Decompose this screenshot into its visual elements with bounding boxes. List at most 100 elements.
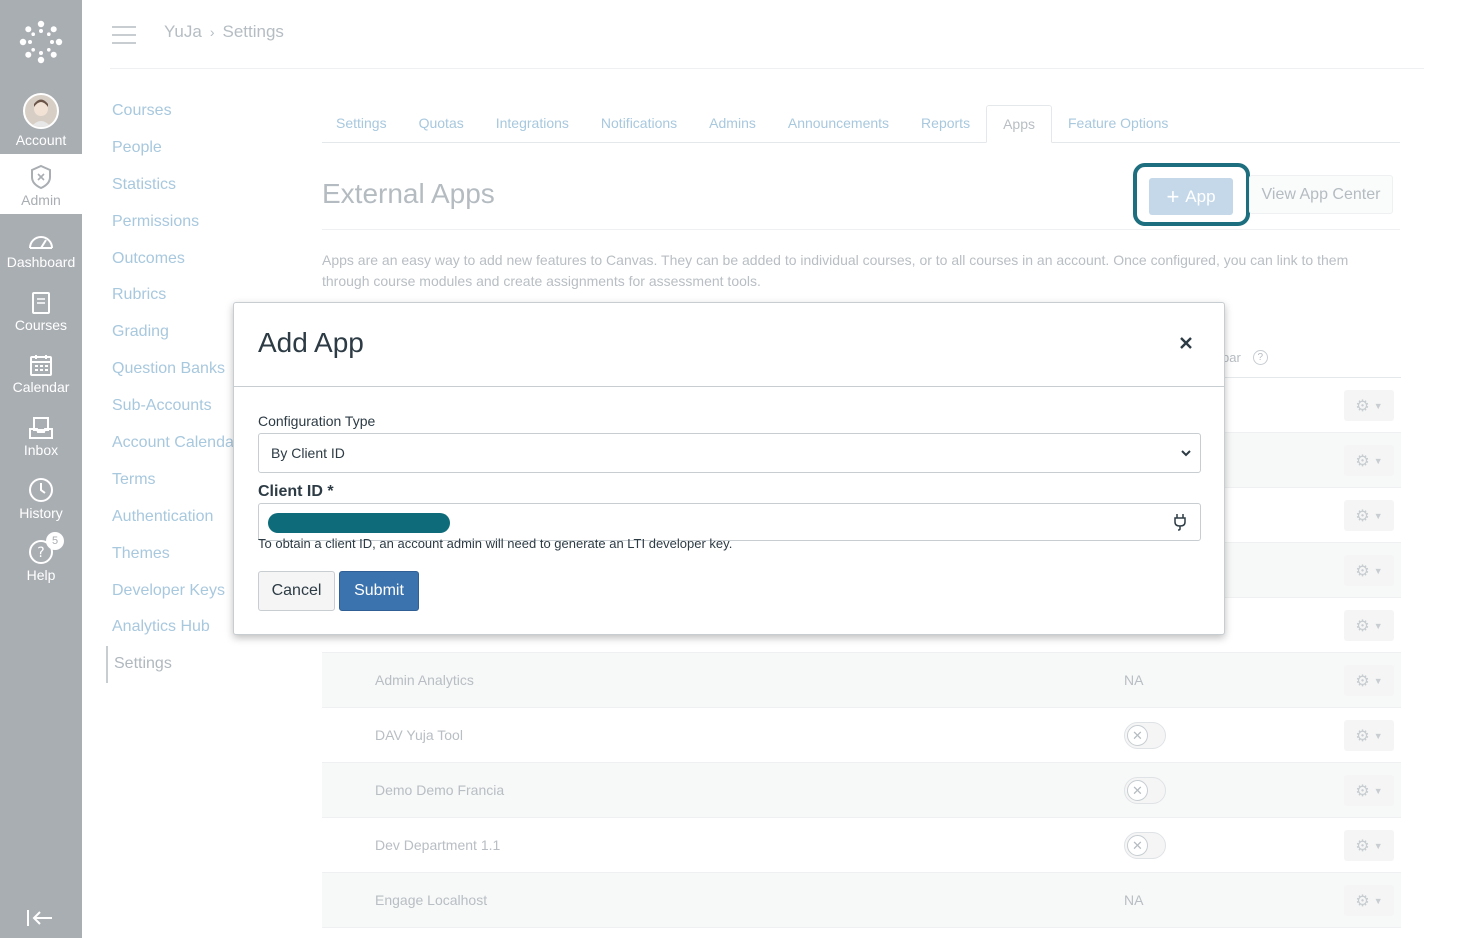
nav-dashboard-label: Dashboard bbox=[6, 254, 76, 270]
gear-menu-button[interactable]: ⚙ ▼ bbox=[1344, 390, 1394, 421]
gear-menu-button[interactable]: ⚙ ▼ bbox=[1344, 445, 1394, 476]
nav-inbox-label: Inbox bbox=[23, 442, 59, 458]
gear-menu-button[interactable]: ⚙ ▼ bbox=[1344, 665, 1394, 696]
cancel-button[interactable]: Cancel bbox=[258, 571, 335, 611]
gear-menu-button[interactable]: ⚙ ▼ bbox=[1344, 500, 1394, 531]
account-nav-statistics[interactable]: Statistics bbox=[106, 167, 246, 204]
nav-calendar[interactable]: Calendar bbox=[0, 339, 82, 401]
table-row: Admin Analytics NA ⚙ ▼ bbox=[322, 653, 1401, 708]
placement-toggle[interactable]: ✕ bbox=[1124, 722, 1166, 749]
placement-toggle[interactable]: ✕ bbox=[1124, 777, 1166, 804]
nav-help[interactable]: ? Help bbox=[0, 527, 82, 589]
gear-icon: ⚙ bbox=[1355, 562, 1370, 580]
app-name: Engage Localhost bbox=[375, 892, 488, 908]
gear-menu-button[interactable]: ⚙ ▼ bbox=[1344, 830, 1394, 861]
table-row: Dev Department 1.1 ✕ ⚙ ▼ bbox=[322, 818, 1401, 873]
account-nav-themes[interactable]: Themes bbox=[106, 536, 246, 573]
tab-settings[interactable]: Settings bbox=[322, 105, 403, 142]
nav-courses-label: Courses bbox=[14, 317, 68, 333]
tab-reports[interactable]: Reports bbox=[905, 105, 986, 142]
caret-down-icon: ▼ bbox=[1373, 620, 1383, 631]
breadcrumb: YuJa › Settings bbox=[164, 22, 284, 42]
nav-admin[interactable]: Admin bbox=[0, 154, 82, 214]
caret-down-icon: ▼ bbox=[1373, 565, 1383, 576]
tab-apps[interactable]: Apps bbox=[986, 105, 1052, 143]
app-name: Admin Analytics bbox=[375, 672, 474, 688]
gear-menu-button[interactable]: ⚙ ▼ bbox=[1344, 720, 1394, 751]
account-nav: Courses People Statistics Permissions Ou… bbox=[106, 93, 246, 684]
divider bbox=[322, 229, 1400, 230]
avatar bbox=[23, 93, 59, 129]
account-nav-terms[interactable]: Terms bbox=[106, 462, 246, 499]
nav-history[interactable]: History bbox=[0, 465, 82, 527]
gear-icon: ⚙ bbox=[1355, 727, 1370, 745]
table-row: DAV Yuja Tool ✕ ⚙ ▼ bbox=[322, 708, 1401, 763]
nav-courses[interactable]: Courses bbox=[0, 277, 82, 339]
redaction-bar bbox=[268, 513, 450, 533]
account-nav-question-banks[interactable]: Question Banks bbox=[106, 351, 246, 388]
tab-announcements[interactable]: Announcements bbox=[772, 105, 905, 142]
add-app-label: App bbox=[1185, 186, 1216, 206]
global-nav: Account Admin Dashboard Courses Calendar… bbox=[0, 0, 82, 938]
account-nav-people[interactable]: People bbox=[106, 130, 246, 167]
caret-down-icon: ▼ bbox=[1373, 785, 1383, 796]
account-nav-courses[interactable]: Courses bbox=[106, 93, 246, 130]
account-nav-permissions[interactable]: Permissions bbox=[106, 204, 246, 241]
caret-down-icon: ▼ bbox=[1373, 455, 1383, 466]
hamburger-menu-icon[interactable] bbox=[112, 26, 136, 44]
tab-feature-options[interactable]: Feature Options bbox=[1052, 105, 1184, 142]
breadcrumb-root[interactable]: YuJa bbox=[164, 22, 202, 42]
caret-down-icon: ▼ bbox=[1373, 510, 1383, 521]
tab-notifications[interactable]: Notifications bbox=[585, 105, 693, 142]
x-icon: ✕ bbox=[1127, 725, 1148, 746]
breadcrumb-current: Settings bbox=[222, 22, 284, 41]
account-nav-account-calendars[interactable]: Account Calendars bbox=[106, 425, 246, 462]
submit-button[interactable]: Submit bbox=[339, 571, 419, 611]
app-name: Demo Demo Francia bbox=[375, 782, 505, 798]
canvas-logo-icon[interactable] bbox=[0, 0, 82, 84]
caret-down-icon: ▼ bbox=[1373, 840, 1383, 851]
page-header: YuJa › Settings bbox=[110, 0, 1424, 69]
svg-text:?: ? bbox=[37, 545, 44, 561]
account-nav-analytics-hub[interactable]: Analytics Hub bbox=[106, 609, 246, 646]
view-app-center-button[interactable]: View App Center bbox=[1249, 175, 1393, 214]
gear-menu-button[interactable]: ⚙ ▼ bbox=[1344, 555, 1394, 586]
tab-integrations[interactable]: Integrations bbox=[480, 105, 585, 142]
nav-admin-label: Admin bbox=[21, 192, 61, 208]
calendar-icon bbox=[30, 355, 52, 376]
question-icon[interactable]: ? bbox=[1252, 350, 1268, 365]
nav-inbox[interactable]: Inbox bbox=[0, 402, 82, 464]
x-icon: ✕ bbox=[1127, 835, 1148, 856]
account-nav-grading[interactable]: Grading bbox=[106, 314, 246, 351]
app-name: DAV Yuja Tool bbox=[375, 727, 463, 743]
tab-quotas[interactable]: Quotas bbox=[403, 105, 480, 142]
tab-admins[interactable]: Admins bbox=[693, 105, 772, 142]
account-nav-outcomes[interactable]: Outcomes bbox=[106, 241, 246, 278]
nav-dashboard[interactable]: Dashboard bbox=[0, 214, 82, 276]
caret-down-icon: ▼ bbox=[1373, 675, 1383, 686]
gear-icon: ⚙ bbox=[1355, 617, 1370, 635]
placement-toggle[interactable]: ✕ bbox=[1124, 832, 1166, 859]
add-app-button[interactable]: + App bbox=[1149, 178, 1233, 215]
gear-menu-button[interactable]: ⚙ ▼ bbox=[1344, 775, 1394, 806]
caret-down-icon: ▼ bbox=[1373, 730, 1383, 741]
gear-menu-button[interactable]: ⚙ ▼ bbox=[1344, 885, 1394, 916]
account-nav-settings[interactable]: Settings bbox=[106, 646, 246, 684]
gear-icon: ⚙ bbox=[1355, 672, 1370, 690]
collapse-nav-icon[interactable] bbox=[26, 908, 54, 933]
account-nav-authentication[interactable]: Authentication bbox=[106, 499, 246, 536]
shield-icon bbox=[31, 164, 51, 190]
account-nav-rubrics[interactable]: Rubrics bbox=[106, 277, 246, 314]
column-header-placement: bar ? bbox=[1222, 350, 1268, 365]
account-nav-sub-accounts[interactable]: Sub-Accounts bbox=[106, 388, 246, 425]
caret-down-icon: ▼ bbox=[1373, 895, 1383, 906]
nav-account[interactable]: Account bbox=[0, 84, 82, 154]
gear-menu-button[interactable]: ⚙ ▼ bbox=[1344, 610, 1394, 641]
config-type-select[interactable]: By Client ID bbox=[258, 433, 1201, 473]
close-icon[interactable] bbox=[1172, 329, 1200, 357]
account-nav-developer-keys[interactable]: Developer Keys bbox=[106, 573, 246, 610]
page-title: External Apps bbox=[322, 178, 495, 209]
plus-icon: + bbox=[1166, 183, 1180, 209]
app-name: Dev Department 1.1 bbox=[375, 837, 501, 853]
config-type-label: Configuration Type bbox=[258, 413, 376, 429]
